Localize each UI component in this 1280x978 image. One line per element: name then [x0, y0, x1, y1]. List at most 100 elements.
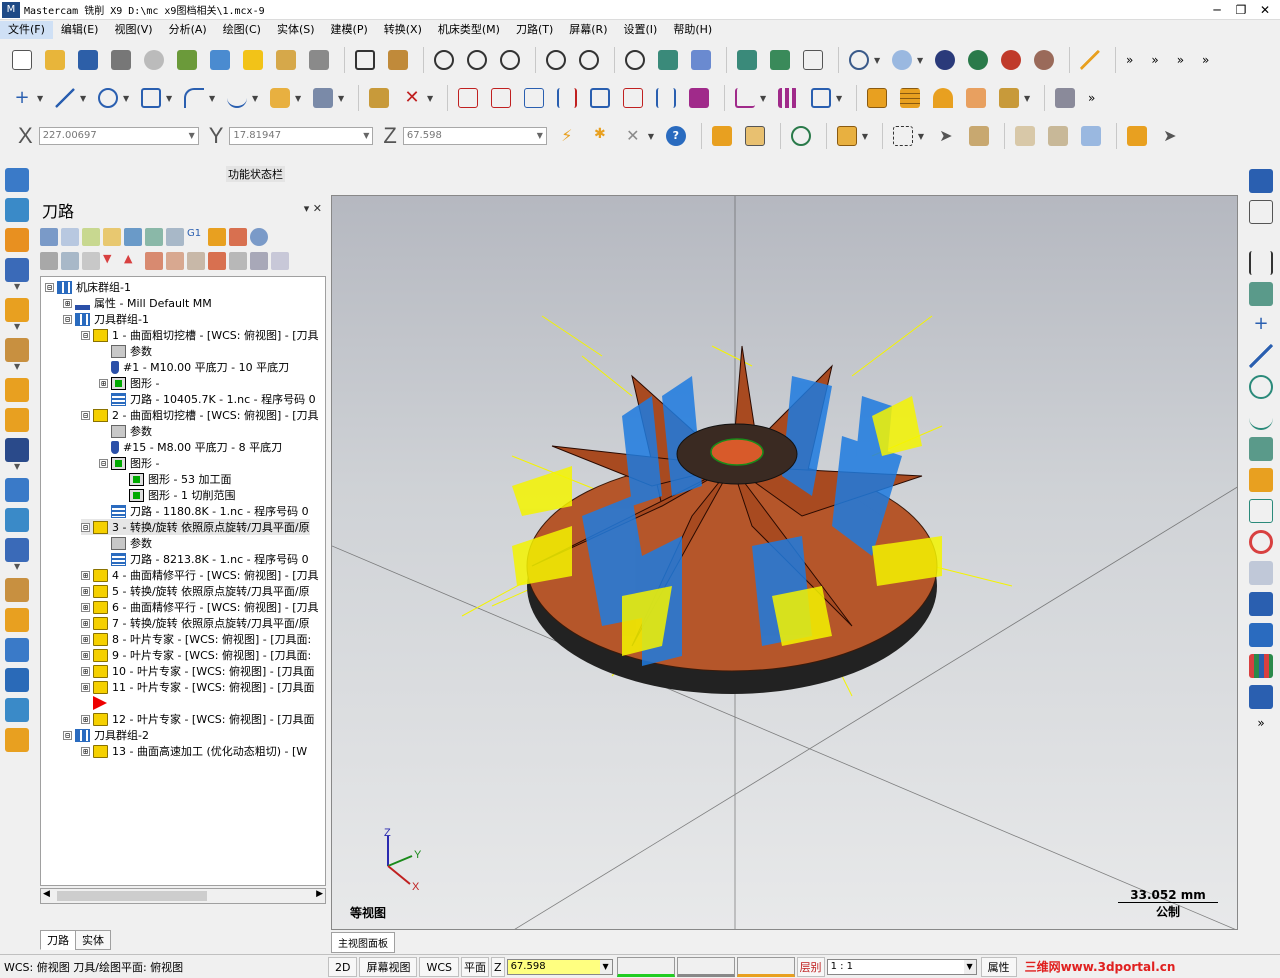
select-points-button[interactable]: [239, 46, 267, 74]
dropdown-arrow-icon[interactable]: ▼: [123, 94, 133, 103]
color-button[interactable]: [616, 956, 675, 977]
expand-icon[interactable]: ⊞: [81, 746, 90, 756]
collapse-icon[interactable]: ⊟: [99, 458, 108, 468]
repaint-button[interactable]: [384, 46, 412, 74]
solid-color-button[interactable]: [736, 956, 795, 977]
point-lightning-icon[interactable]: +: [1249, 313, 1273, 337]
tree-node[interactable]: 参数: [99, 423, 152, 439]
select-all-ops-icon[interactable]: [40, 228, 58, 246]
sphere-button[interactable]: [888, 46, 916, 74]
collapse-icon[interactable]: ⊟: [63, 730, 72, 740]
tree-horizontal-scrollbar[interactable]: ◀ ▶: [40, 888, 326, 904]
scroll-thumb[interactable]: [57, 891, 207, 901]
tree-node[interactable]: ⊞ 4 - 曲面精修平行 - [WCS: 俯视图] - [刀具: [81, 567, 319, 583]
dropdown-arrow-icon[interactable]: ▼: [338, 94, 348, 103]
expand-icon[interactable]: ⊞: [81, 650, 90, 660]
move-up-icon[interactable]: ▲: [124, 252, 142, 270]
prohibit-icon[interactable]: [1249, 530, 1273, 554]
overflow-icon[interactable]: »: [1249, 716, 1273, 740]
ghost-icon[interactable]: [82, 252, 100, 270]
xform-stretch-button[interactable]: [619, 84, 647, 112]
tree-node[interactable]: 图形 - 1 切削范围: [117, 487, 235, 503]
regenerate-dirty-icon[interactable]: [103, 228, 121, 246]
solid-boolean-icon[interactable]: [5, 478, 29, 502]
graphics-viewport[interactable]: Z Y X 等视图 33.052 mm 公制: [331, 195, 1238, 930]
collapse-icon[interactable]: ⊟: [81, 522, 90, 532]
circle-lightning-icon[interactable]: [1249, 375, 1273, 399]
chevron-down-icon[interactable]: ▼: [360, 128, 372, 144]
tree-node[interactable]: 图形 - 53 加工面: [117, 471, 231, 487]
tree-node[interactable]: ⊟ 2 - 曲面粗切挖槽 - [WCS: 俯视图] - [刀具: [81, 407, 319, 423]
chain-button[interactable]: [731, 84, 759, 112]
g1-post-icon[interactable]: G1: [187, 228, 205, 246]
line-lightning-icon[interactable]: [1249, 344, 1273, 368]
square-lightning-icon[interactable]: [1249, 561, 1273, 585]
dropdown-arrow-icon[interactable]: ▼: [252, 94, 262, 103]
tree-node[interactable]: ⊟ 刀具群组-2: [63, 727, 149, 743]
chevron-down-icon[interactable]: ▼: [14, 562, 34, 572]
tree-node[interactable]: ⊞ 13 - 曲面高速加工 (优化动态粗切) - [W: [81, 743, 307, 759]
dropdown-arrow-icon[interactable]: ▼: [295, 94, 305, 103]
panel-pin-close[interactable]: ▾ ✕: [304, 202, 322, 215]
scroll-right-icon[interactable]: ▶: [316, 889, 323, 899]
spline-lightning-icon[interactable]: [1249, 437, 1273, 461]
fast-point-button[interactable]: ⚡: [553, 122, 581, 150]
select-window-button[interactable]: [741, 122, 769, 150]
tab-toolpaths[interactable]: 刀路: [40, 930, 76, 950]
dropdown-arrow-icon[interactable]: ▼: [760, 94, 770, 103]
unzoom-button[interactable]: [542, 46, 570, 74]
lock-icon[interactable]: [40, 252, 58, 270]
globe-button[interactable]: [845, 46, 873, 74]
chevron-down-icon[interactable]: ▼: [186, 128, 198, 144]
open-file-button[interactable]: [41, 46, 69, 74]
y-coord-field[interactable]: 17.81947 ▼: [229, 127, 374, 145]
display-options-icon[interactable]: [229, 252, 247, 270]
break-button[interactable]: ✕: [398, 84, 426, 112]
line-button[interactable]: [51, 84, 79, 112]
toolbar-overflow-icon[interactable]: »: [1088, 91, 1095, 105]
menu-screen[interactable]: 屏幕(R): [561, 21, 615, 39]
backplot-icon[interactable]: [124, 228, 142, 246]
tree-node[interactable]: #15 - M8.00 平底刀 - 8 平底刀: [99, 439, 282, 455]
expand-icon[interactable]: ⊞: [81, 682, 90, 692]
expand-icon[interactable]: ⊞: [99, 378, 108, 388]
x-coord-field[interactable]: 227.00697 ▼: [38, 127, 199, 145]
color-grid-icon[interactable]: [1249, 654, 1273, 678]
tree-node[interactable]: ⊞ 8 - 叶片专家 - [WCS: 俯视图] - [刀具面:: [81, 631, 311, 647]
rotate-button[interactable]: [621, 46, 649, 74]
dropdown-arrow-icon[interactable]: ▼: [209, 94, 219, 103]
collapse-icon[interactable]: [187, 252, 205, 270]
cylinder-button[interactable]: [266, 84, 294, 112]
expand-icon[interactable]: ⊞: [81, 714, 90, 724]
cube-wire-lightning-icon[interactable]: [1249, 499, 1273, 523]
tree-node[interactable]: ⊟ 机床群组-1: [45, 279, 131, 295]
tree-node[interactable]: ⊟ 1 - 曲面粗切挖槽 - [WCS: 俯视图] - [刀具: [81, 327, 319, 343]
zoom-out-button[interactable]: [575, 46, 603, 74]
solid-lightning-icon[interactable]: [1249, 468, 1273, 492]
wire-view-button[interactable]: [799, 46, 827, 74]
scroll-left-icon[interactable]: ◀: [43, 889, 50, 899]
layer-field[interactable]: 1 : 1 ▼: [826, 958, 977, 975]
tree-node[interactable]: ⊞ 7 - 转换/旋转 依照原点旋转/刀具平面/原: [81, 615, 310, 631]
menu-toolpaths[interactable]: 刀路(T): [508, 21, 561, 39]
move-down-icon[interactable]: ▼: [103, 252, 121, 270]
chevron-down-icon[interactable]: ▼: [14, 282, 34, 292]
chevron-down-icon[interactable]: ▼: [14, 362, 34, 372]
xform-translate-button[interactable]: [454, 84, 482, 112]
bars-lightning-icon[interactable]: [1249, 592, 1273, 616]
style-button[interactable]: [676, 956, 735, 977]
chevron-down-icon[interactable]: ▼: [14, 462, 34, 472]
zoom-window-button[interactable]: [430, 46, 458, 74]
point-button[interactable]: +: [8, 84, 36, 112]
collapse-icon[interactable]: ⊟: [81, 410, 90, 420]
solid-trim-icon[interactable]: [5, 438, 29, 462]
expand-icon[interactable]: ⊞: [81, 634, 90, 644]
autocursor-button[interactable]: ✕: [619, 122, 647, 150]
toolbar-overflow-icon[interactable]: »: [1177, 53, 1184, 67]
shapes-button[interactable]: [272, 46, 300, 74]
layers-lightning-icon[interactable]: [1249, 685, 1273, 709]
zoom-target-button[interactable]: [463, 46, 491, 74]
menu-edit[interactable]: 编辑(E): [53, 21, 107, 39]
expand-icon[interactable]: ⊞: [81, 618, 90, 628]
solid-revolve-icon[interactable]: [5, 198, 29, 222]
